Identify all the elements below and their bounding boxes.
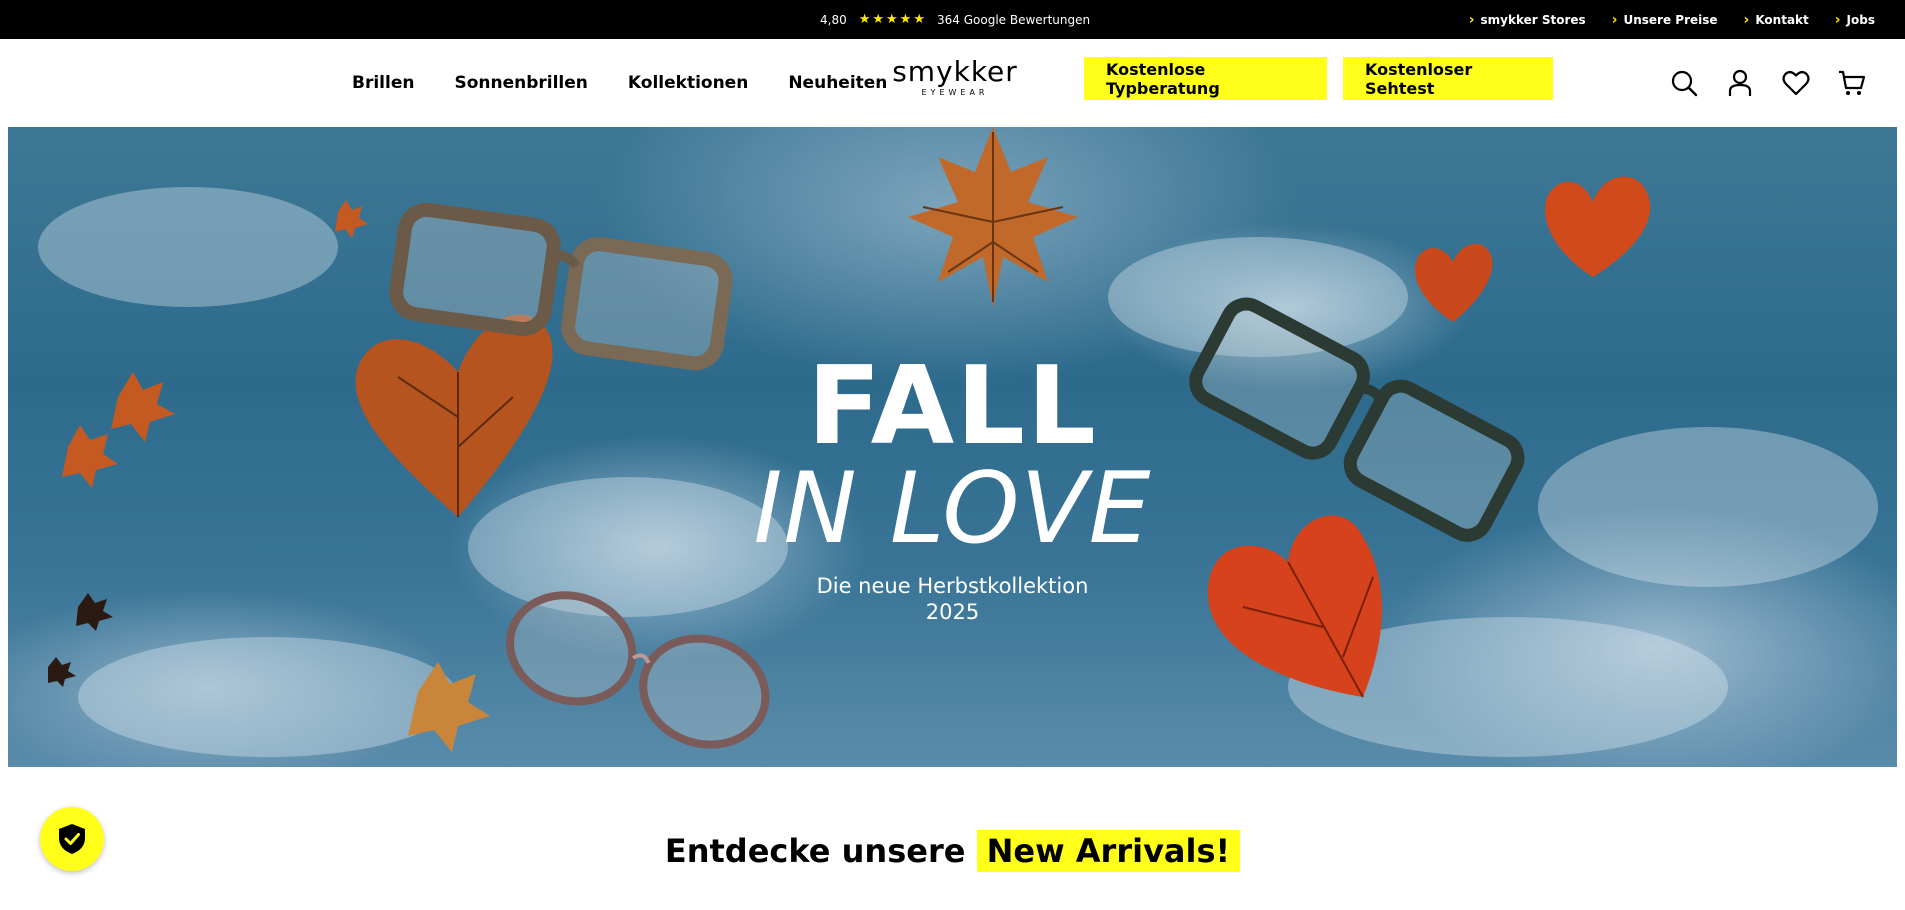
- search-icon[interactable]: [1667, 66, 1701, 100]
- chevron-right-icon: ›: [1834, 11, 1841, 28]
- logo[interactable]: smykker EYEWEAR: [890, 55, 1020, 98]
- nav-item-brillen[interactable]: Brillen: [352, 73, 414, 93]
- glasses-brown: [389, 202, 733, 371]
- top-link-preise[interactable]: › Unsere Preise: [1612, 13, 1718, 27]
- small-heart-leaf-1: [1414, 243, 1493, 322]
- rating-stars: ★★★★★: [858, 12, 927, 27]
- typberatung-button[interactable]: Kostenlose Typberatung: [1084, 57, 1327, 100]
- chevron-right-icon: ›: [1468, 11, 1475, 28]
- top-links: › smykker Stores › Unsere Preise › Kontakt …: [1469, 0, 1875, 39]
- top-link-jobs[interactable]: › Jobs: [1835, 13, 1875, 27]
- small-heart-leaf-2: [1545, 176, 1651, 277]
- hero-banner[interactable]: FALL IN LOVE Die neue Herbstkollektion 2…: [8, 127, 1897, 767]
- top-link-kontakt[interactable]: › Kontakt: [1744, 13, 1809, 27]
- nav-item-kollektionen[interactable]: Kollektionen: [628, 73, 748, 93]
- main-nav: Brillen Sonnenbrillen Kollektionen Neuhe…: [352, 39, 887, 127]
- rating-reviews: 364 Google Bewertungen: [937, 12, 1091, 27]
- hero-subtitle-line1: Die neue Herbstkollektion: [816, 574, 1089, 598]
- account-icon[interactable]: [1723, 66, 1757, 100]
- sehtest-button[interactable]: Kostenloser Sehtest: [1343, 57, 1553, 100]
- shield-check-icon: [59, 824, 85, 854]
- maple-leaf-top: [908, 127, 1078, 307]
- logo-subline: EYEWEAR: [921, 88, 989, 97]
- top-bar: 4,80 ★★★★★ 364 Google Bewertungen › smykk…: [0, 0, 1905, 39]
- heading-highlight: New Arrivals!: [976, 830, 1241, 872]
- new-arrivals-heading: Entdecke unsere New Arrivals!: [0, 830, 1905, 872]
- wishlist-heart-icon[interactable]: [1779, 66, 1813, 100]
- hero-title-in-love: IN LOVE: [753, 452, 1152, 566]
- trust-badge[interactable]: [40, 807, 104, 871]
- rating-value: 4,80: [820, 12, 847, 27]
- hero-subtitle-line2: 2025: [925, 600, 980, 624]
- chevron-right-icon: ›: [1743, 11, 1750, 28]
- cart-icon[interactable]: [1835, 66, 1869, 100]
- header-icons: [1667, 39, 1869, 127]
- heading-prefix: Entdecke unsere: [664, 832, 966, 870]
- main-header: Brillen Sonnenbrillen Kollektionen Neuhe…: [0, 39, 1905, 127]
- google-rating[interactable]: 4,80 ★★★★★ 364 Google Bewertungen: [820, 0, 1090, 39]
- hero-subtitle: Die neue Herbstkollektion 2025: [8, 573, 1897, 625]
- hero-title-fall: FALL: [807, 344, 1098, 469]
- chevron-right-icon: ›: [1611, 11, 1618, 28]
- nav-item-neuheiten[interactable]: Neuheiten: [788, 73, 887, 93]
- logo-wordmark: smykker: [892, 55, 1018, 88]
- nav-item-sonnenbrillen[interactable]: Sonnenbrillen: [454, 73, 587, 93]
- top-link-stores[interactable]: › smykker Stores: [1469, 13, 1586, 27]
